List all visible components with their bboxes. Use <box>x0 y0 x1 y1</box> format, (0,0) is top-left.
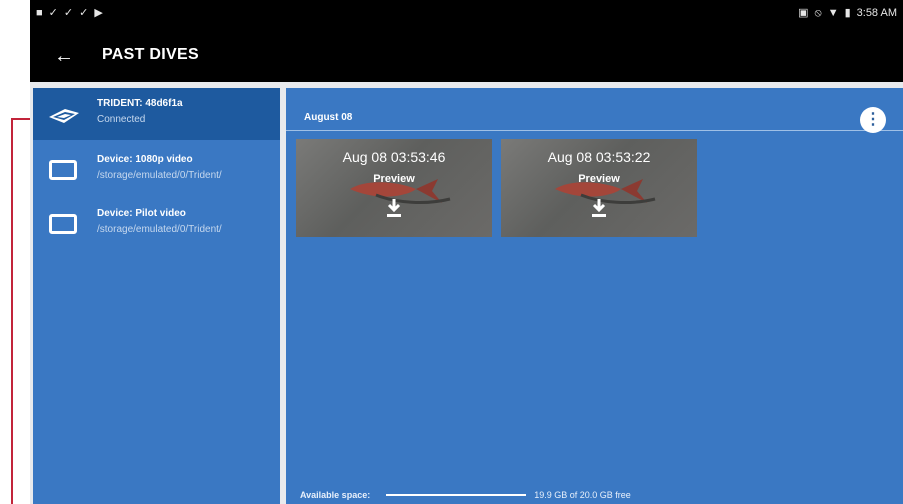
sidebar-item-title: TRIDENT: 48d6f1a <box>97 98 183 109</box>
available-space-value: 19.9 GB of 20.0 GB free <box>534 490 631 500</box>
check-icon: ✓ <box>63 7 74 19</box>
status-time: 3:58 AM <box>856 7 897 19</box>
sidebar-item-1080p-video[interactable]: Device: 1080p video /storage/emulated/0/… <box>33 144 280 196</box>
sidebar-item-subtitle: /storage/emulated/0/Trident/ <box>97 224 222 235</box>
content-area: TRIDENT: 48d6f1a Connected Device: 1080p… <box>30 82 903 504</box>
sidebar-item-title: Device: 1080p video <box>97 154 193 165</box>
download-icon[interactable] <box>384 197 404 219</box>
sidebar-item-pilot-video[interactable]: Device: Pilot video /storage/emulated/0/… <box>33 198 280 250</box>
folder-box-icon <box>49 160 77 180</box>
tablet-screen: ■ ✓ ✓ ✓ ▶ ▣ ⦸ ▼ ▮ 3:58 AM ← PAST DIVES T… <box>30 0 903 504</box>
download-icon[interactable] <box>589 197 609 219</box>
page-title: PAST DIVES <box>102 46 199 63</box>
sidebar-item-subtitle: /storage/emulated/0/Trident/ <box>97 170 222 181</box>
annotation-line-vertical <box>11 118 13 504</box>
storage-bar <box>386 494 527 496</box>
video-thumbnail[interactable]: Aug 08 03:53:46 Preview <box>296 139 492 237</box>
storage-footer: Available space: 19.9 GB of 20.0 GB free <box>300 488 900 502</box>
cast-icon: ▣ <box>798 7 809 19</box>
check-icon: ✓ <box>79 7 89 19</box>
sidebar-item-trident[interactable]: TRIDENT: 48d6f1a Connected <box>33 88 280 140</box>
video-timestamp: Aug 08 03:53:46 <box>342 149 446 165</box>
status-bar: ■ ✓ ✓ ✓ ▶ ▣ ⦸ ▼ ▮ 3:58 AM <box>30 0 903 28</box>
more-vertical-icon: ⋮ <box>865 111 881 128</box>
video-timestamp: Aug 08 03:53:22 <box>547 149 651 165</box>
app-bar: ← PAST DIVES <box>30 28 903 82</box>
preview-label[interactable]: Preview <box>501 173 697 185</box>
folder-box-icon <box>49 214 77 234</box>
battery-icon: ▮ <box>844 7 851 19</box>
do-not-disturb-icon: ⦸ <box>814 7 822 19</box>
available-space-label: Available space: <box>300 490 371 500</box>
back-button[interactable]: ← <box>50 42 78 70</box>
sidebar-item-title: Device: Pilot video <box>97 208 186 219</box>
more-options-button[interactable]: ⋮ <box>860 107 886 133</box>
videos-panel: August 08 ⋮ Aug 08 03:53:46 Preview Aug … <box>286 88 903 504</box>
drone-icon <box>49 109 79 123</box>
video-icon: ■ <box>36 7 43 19</box>
section-header: August 08 ⋮ <box>286 88 903 133</box>
wifi-icon: ▼ <box>827 7 839 19</box>
sidebar-item-subtitle: Connected <box>97 114 146 125</box>
play-store-icon: ▶ <box>94 7 103 19</box>
arrow-left-icon: ← <box>54 45 74 67</box>
preview-label[interactable]: Preview <box>296 173 492 185</box>
video-thumbnail[interactable]: Aug 08 03:53:22 Preview <box>501 139 697 237</box>
section-title: August 08 <box>304 112 353 123</box>
check-icon: ✓ <box>48 7 58 19</box>
source-sidebar: TRIDENT: 48d6f1a Connected Device: 1080p… <box>33 88 280 504</box>
